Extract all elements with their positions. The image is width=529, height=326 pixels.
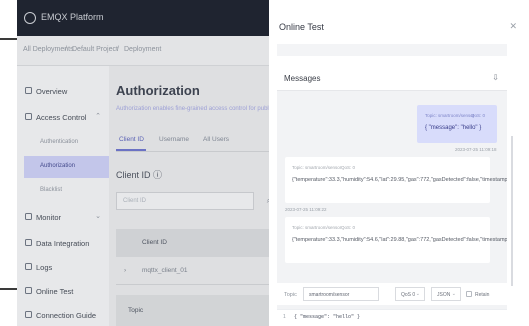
checkbox-icon: [466, 291, 472, 297]
payload-format-select[interactable]: JSON ⌄: [431, 287, 461, 301]
received-message: Topic: smartroom/sensor QoS: 0 {"tempera…: [285, 217, 507, 263]
info-icon: ⓘ: [153, 170, 163, 180]
expand-icon[interactable]: ›: [124, 267, 126, 274]
close-icon[interactable]: ✕: [509, 21, 517, 32]
tab-username[interactable]: Username: [159, 136, 189, 143]
received-message: Topic: smartroom/sensor QoS: 0 {"tempera…: [285, 157, 507, 203]
screenshot-frame: EMQX Platform All Deployments / Default …: [0, 0, 529, 326]
scrollbar[interactable]: [511, 136, 513, 286]
messages-panel: Messages ⇩ Topic: smartroom/sensor QoS: …: [277, 65, 507, 326]
retain-checkbox[interactable]: Retain: [466, 291, 489, 298]
drawer-title: Online Test: [279, 22, 324, 32]
chevron-down-icon: ⌄: [451, 291, 456, 297]
sidebar-item-connection-guide[interactable]: Connection Guide: [17, 304, 109, 326]
client-id-search-input[interactable]: Client ID: [116, 192, 254, 210]
topic-input[interactable]: smartroom/sensor: [303, 287, 379, 301]
left-edge-mark: [0, 38, 17, 40]
left-edge-mark: [0, 288, 17, 290]
qos-select[interactable]: QoS 0 ⌄: [395, 287, 425, 301]
app-name: EMQX Platform: [41, 12, 104, 22]
breadcrumb-separator: /: [117, 46, 119, 53]
breadcrumb-item[interactable]: Deployment: [124, 46, 161, 53]
page-title: Authorization: [116, 83, 200, 98]
client-section-title: Client ID ⓘ: [116, 170, 163, 180]
sidebar-item-blacklist[interactable]: Blacklist: [24, 180, 116, 202]
connection-panel: [277, 44, 507, 56]
messages-header: Messages ⇩: [277, 65, 507, 91]
payload-code: { "message": "hello" }: [294, 314, 361, 320]
breadcrumb-item[interactable]: Default Project: [72, 46, 118, 53]
message-timestamp: 2023-07-25 11:09:18: [455, 147, 497, 152]
guide-icon: [25, 311, 32, 318]
sidebar: Overview Access Control ⌃ Authentication …: [17, 66, 116, 326]
sidebar-item-logs[interactable]: Logs: [17, 256, 109, 278]
line-number: 1: [283, 314, 286, 320]
sidebar-item-monitor[interactable]: Monitor ⌄: [17, 206, 109, 228]
monitor-icon: [25, 213, 32, 220]
chevron-down-icon: ⌄: [415, 291, 420, 297]
logo-icon: [24, 12, 36, 24]
download-icon[interactable]: ⇩: [492, 73, 499, 82]
sidebar-item-authentication[interactable]: Authentication: [24, 132, 116, 154]
message-payload: {"temperature":33.3,"humidity":54.6,"lat…: [292, 177, 507, 183]
overview-icon: [25, 87, 32, 94]
sidebar-item-online-test[interactable]: Online Test: [17, 280, 109, 302]
sidebar-item-overview[interactable]: Overview: [17, 80, 109, 102]
online-test-drawer: Online Test ✕ Messages ⇩ Topic: smartroo…: [269, 0, 529, 326]
sidebar-item-access-control[interactable]: Access Control ⌃: [17, 106, 109, 128]
sent-message: Topic: smartroom/sensor QoS: 0 { "messag…: [417, 105, 497, 143]
messages-title: Messages: [284, 74, 321, 83]
payload-editor[interactable]: 1 { "message": "hello" }: [277, 309, 507, 326]
lock-icon: [25, 113, 32, 120]
message-timestamp: 2023-07-25 11:09:22: [285, 207, 327, 212]
chevron-up-icon: ⌃: [95, 113, 101, 120]
sidebar-item-data-integration[interactable]: Data Integration: [17, 232, 109, 254]
topic-label: Topic: [284, 292, 297, 298]
tab-client-id[interactable]: Client ID: [119, 136, 144, 143]
publish-form: Topic smartroom/sensor QoS 0 ⌄ JSON ⌄ Reta…: [277, 283, 507, 305]
logs-icon: [25, 263, 32, 270]
sidebar-item-authorization[interactable]: Authorization: [24, 156, 116, 178]
tab-all-users[interactable]: All Users: [203, 136, 229, 143]
integration-icon: [25, 239, 32, 246]
message-payload: {"temperature":33.3,"humidity":54.6,"lat…: [292, 237, 507, 243]
test-icon: [25, 287, 32, 294]
app-window: EMQX Platform All Deployments / Default …: [17, 0, 529, 326]
breadcrumb-separator: /: [65, 46, 67, 53]
chevron-down-icon: ⌄: [95, 213, 101, 220]
message-payload: { "message": "hello" }: [425, 125, 482, 131]
